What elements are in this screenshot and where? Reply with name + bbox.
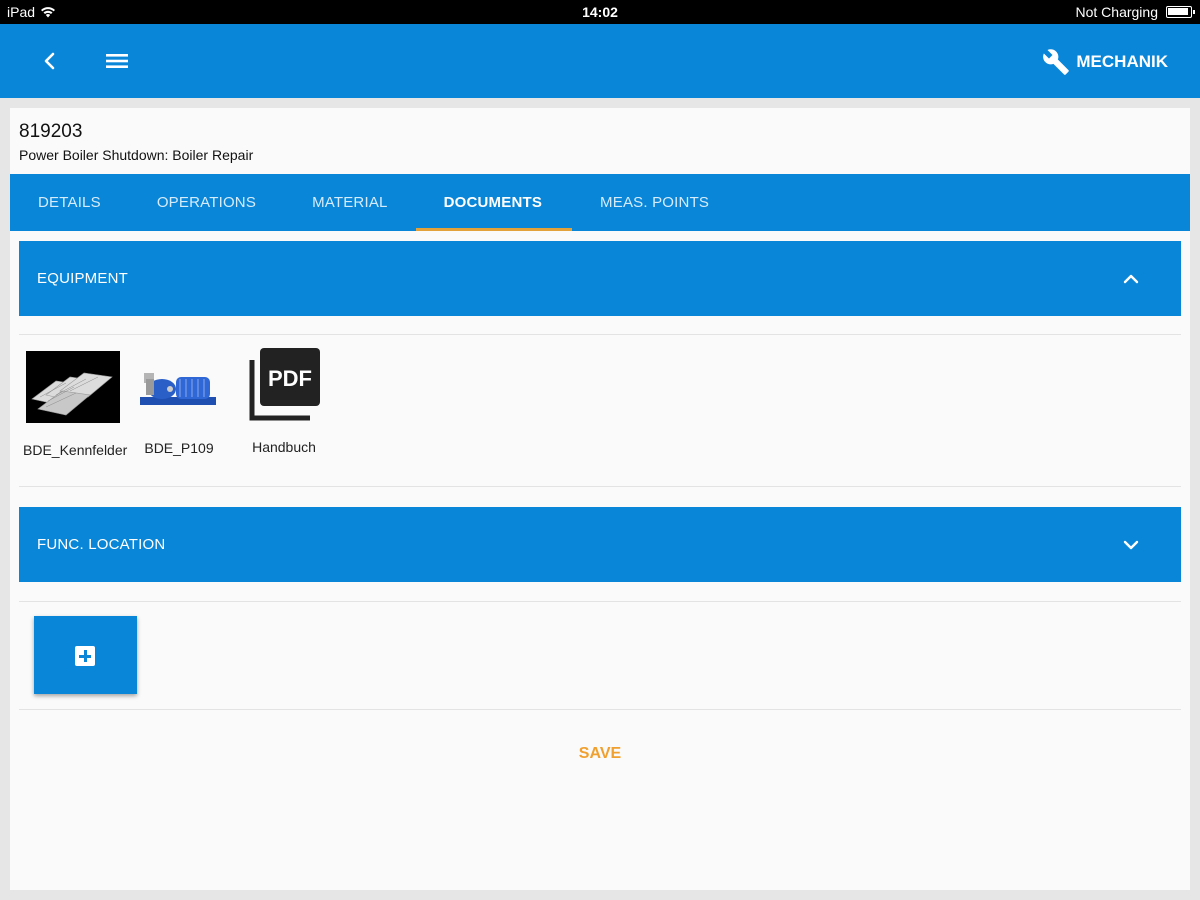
plus-box-icon xyxy=(75,646,95,666)
menu-button[interactable] xyxy=(102,46,132,76)
document-item[interactable]: BDE_P109 xyxy=(134,351,224,458)
chevron-left-icon xyxy=(44,52,55,70)
document-thumbnail xyxy=(26,351,120,423)
document-label: BDE_Kennfelder xyxy=(23,442,128,458)
role-label: MECHANIK xyxy=(1076,52,1168,71)
save-button[interactable]: SAVE xyxy=(10,745,1190,763)
tab-operations[interactable]: OPERATIONS xyxy=(129,174,284,231)
hamburger-menu-icon xyxy=(106,54,128,68)
divider xyxy=(19,486,1181,487)
divider xyxy=(19,601,1181,602)
tab-material[interactable]: MATERIAL xyxy=(284,174,416,231)
tab-meas-points[interactable]: MEAS. POINTS xyxy=(572,174,737,231)
divider xyxy=(19,709,1181,710)
role-button[interactable]: MECHANIK xyxy=(1042,48,1168,76)
func-location-section-title: FUNC. LOCATION xyxy=(37,536,166,553)
svg-text:PDF: PDF xyxy=(268,366,312,391)
order-description: Power Boiler Shutdown: Boiler Repair xyxy=(19,147,254,163)
document-item[interactable]: PDF Handbuch xyxy=(241,346,327,457)
document-label: Handbuch xyxy=(252,439,316,455)
chevron-up-icon xyxy=(1123,274,1139,284)
tab-bar: DETAILS OPERATIONS MATERIAL DOCUMENTS ME… xyxy=(10,174,1190,231)
battery-icon xyxy=(1166,6,1195,18)
status-time: 14:02 xyxy=(582,4,618,20)
wrench-icon xyxy=(1043,49,1070,75)
document-thumbnail xyxy=(136,351,222,423)
func-location-section-header[interactable]: FUNC. LOCATION xyxy=(19,507,1181,582)
document-label: BDE_P109 xyxy=(144,440,214,456)
pdf-icon: PDF xyxy=(249,348,320,421)
equipment-section-header[interactable]: EQUIPMENT xyxy=(19,241,1181,316)
tab-documents[interactable]: DOCUMENTS xyxy=(415,174,573,231)
document-item[interactable]: BDE_Kennfelder xyxy=(23,351,128,460)
equipment-section-title: EQUIPMENT xyxy=(37,270,128,287)
order-id: 819203 xyxy=(19,121,83,142)
add-document-button[interactable] xyxy=(34,616,137,694)
back-button[interactable] xyxy=(36,46,64,76)
chevron-down-icon xyxy=(1123,540,1139,550)
work-order-sheet: 819203 Power Boiler Shutdown: Boiler Rep… xyxy=(10,108,1190,890)
charging-status: Not Charging xyxy=(1075,4,1159,20)
status-bar: iPad 14:02 Not Charging xyxy=(0,0,1200,24)
app-bar: MECHANIK xyxy=(0,24,1200,98)
divider xyxy=(19,334,1181,335)
tab-details[interactable]: DETAILS xyxy=(10,174,129,231)
